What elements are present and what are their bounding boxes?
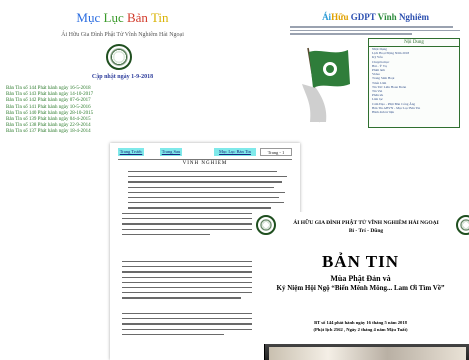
index-button[interactable]: Mục Lục Bản Tin	[214, 148, 256, 156]
site-title-ai: Ái	[322, 12, 332, 22]
table-of-contents-panel: Mục Lục Bản Tin Ái Hữu Gia Đình Phật Tử …	[0, 0, 245, 150]
emblem-logo-right	[456, 215, 469, 235]
page-indicator: Trang - 1	[260, 148, 292, 156]
lunar-date-line: (Phật lịch 2562 , Ngày 2 tháng 4 năm Mậu…	[313, 327, 408, 332]
site-title-vinh: Vĩnh	[377, 12, 397, 22]
next-page-button[interactable]: Trang Sau	[160, 148, 182, 156]
title-word-3: Bản	[126, 10, 148, 25]
content-menu-header: Nội Dung	[369, 39, 459, 47]
intro-text-block	[290, 26, 460, 37]
cover-organization: ÁI HỮU GIA ĐÌNH PHẬT TỬ VĨNH NGHIÊM HẢI …	[293, 220, 439, 226]
issue-link-141[interactable]: Bản Tin số 141 Phát hành ngày 10-5-2016	[6, 105, 93, 111]
title-word-1: Mục	[76, 10, 101, 25]
prev-page-button[interactable]: Trang Trước	[118, 148, 144, 156]
cover-subtitle-1: Mùa Phật Đản và	[330, 274, 391, 283]
organization-subtitle: Ái Hữu Gia Đình Phật Tử Vĩnh Nghiêm Hải …	[61, 32, 184, 38]
menu-item[interactable]: Hình ảnh tư liệu	[369, 110, 459, 114]
update-date: Cập nhật ngày 1-9-2018	[91, 74, 154, 80]
newsletter-cover-panel: ÁI HỮU GIA ĐÌNH PHẬT TỬ VĨNH NGHIÊM HẢI …	[252, 212, 469, 360]
site-title-nghiem: Nghiêm	[396, 12, 429, 22]
site-title-gdpt: GDPT	[348, 12, 378, 22]
handwritten-paragraph-1	[128, 171, 290, 218]
divider	[118, 159, 292, 160]
emblem-logo	[106, 44, 132, 70]
site-title: ÁiHữu GDPT Vĩnh Nghiêm	[282, 12, 469, 22]
emblem-logo-left	[256, 215, 276, 235]
flag-image	[298, 44, 352, 124]
gdpt-homepage-panel: ÁiHữu GDPT Vĩnh Nghiêm Nội Dung Nhật Dụn…	[282, 0, 469, 150]
title-word-2: Lục	[103, 10, 124, 25]
site-title-huu: Hữu	[331, 12, 349, 22]
cover-photo	[264, 344, 469, 360]
issue-date-line: BT số 144 phát hành ngày 16 tháng 5 năm …	[314, 320, 407, 325]
cover-title: BẢN TIN	[321, 252, 400, 271]
content-menu: Nội Dung Nhật Dụng Lịch Hoạt Động Năm 20…	[368, 38, 460, 128]
issue-link-142[interactable]: Bản Tin số 142 Phát hành ngày 07-6-2017	[6, 98, 93, 104]
cover-motto: Bi - Trí - Dũng	[348, 228, 384, 234]
page-heading: VINH NGHIEM	[182, 161, 228, 166]
cover-subtitle-2: Kỷ Niệm Hội Ngộ “Biển Mênh Mông... Lam Ơ…	[276, 284, 445, 292]
title-word-4: Tin	[150, 10, 169, 25]
page-title: Mục Lục Bản Tin	[0, 10, 245, 26]
issue-list: Bản Tin số 144 Phát hành ngày 16-5-2018 …	[6, 86, 93, 136]
issue-link-137[interactable]: Bản Tin số 137 Phát hành ngày 18-4-2014	[6, 129, 93, 135]
